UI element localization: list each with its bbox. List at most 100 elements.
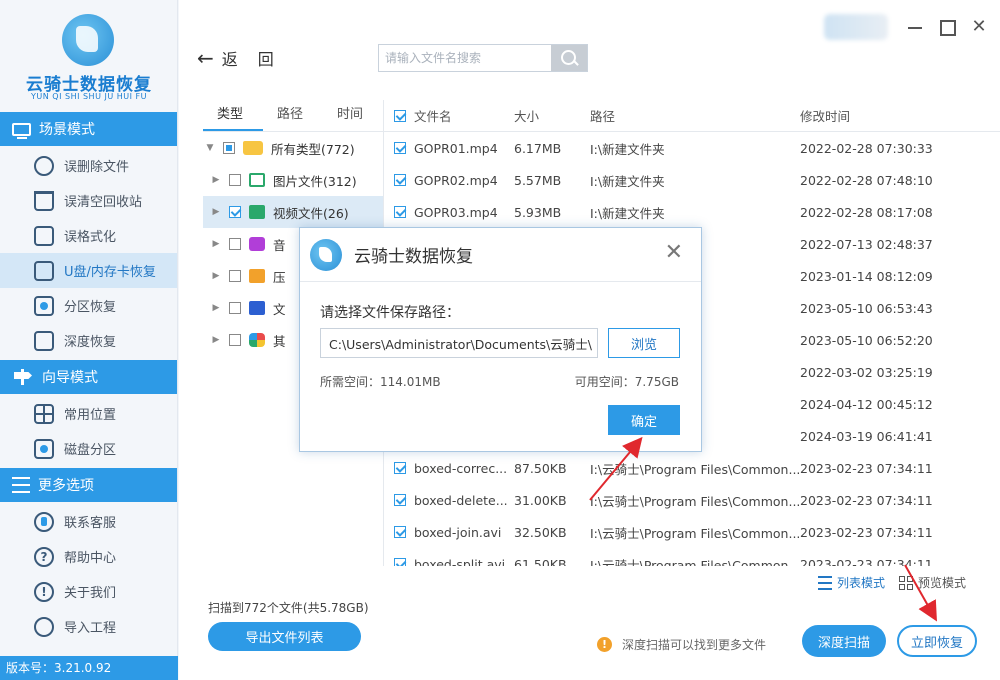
list-view-option[interactable]: 列表模式 xyxy=(817,574,885,591)
cell-path: I:\云骑士\Program Files\Common... xyxy=(590,557,800,567)
row-checkbox[interactable] xyxy=(394,462,406,474)
row-checkbox[interactable] xyxy=(394,174,406,186)
cell-time: 2023-05-10 06:52:20 xyxy=(800,332,933,348)
browse-button[interactable]: 浏览 xyxy=(608,328,680,358)
cell-time: 2023-02-23 07:34:11 xyxy=(800,460,933,476)
deep-scan-button[interactable]: 深度扫描 xyxy=(802,625,886,657)
account-badge[interactable] xyxy=(824,14,888,40)
checkbox-documents[interactable] xyxy=(229,302,241,314)
partition-disk-icon xyxy=(34,295,54,316)
nav-item-label: 深度恢复 xyxy=(64,335,117,350)
tree-label: 音 xyxy=(273,237,286,253)
warning-icon: ! xyxy=(597,637,612,652)
table-row[interactable]: GOPR01.mp4 6.17MB I:\新建文件夹 2022-02-28 07:30… xyxy=(384,132,1000,164)
collapsed-caret-icon[interactable]: ▶ xyxy=(209,303,223,313)
confirm-button[interactable]: 确定 xyxy=(608,405,680,435)
column-header-time[interactable]: 修改时间 xyxy=(800,106,930,125)
table-header: 文件名 大小 路径 修改时间 xyxy=(384,100,1000,132)
sd-card-icon xyxy=(34,260,54,281)
cell-time: 2022-02-28 07:48:10 xyxy=(800,172,933,188)
preview-view-option[interactable]: 预览模式 xyxy=(898,574,966,591)
collapsed-caret-icon[interactable]: ▶ xyxy=(209,239,223,249)
collapsed-caret-icon[interactable]: ▶ xyxy=(209,175,223,185)
cell-name: GOPR02.mp4 xyxy=(414,172,498,188)
tab-time[interactable]: 时间 xyxy=(323,100,383,131)
nav-item-about-us[interactable]: ! 关于我们 xyxy=(0,574,177,609)
checkbox-others[interactable] xyxy=(229,334,241,346)
cell-time: 2022-02-28 07:30:33 xyxy=(800,140,933,156)
nav-item-usb-card[interactable]: U盘/内存卡恢复 xyxy=(0,253,177,288)
table-row[interactable]: boxed-correc... 87.50KB I:\云骑士\Program Fil… xyxy=(384,452,1000,484)
scan-summary: 扫描到772个文件(共5.78GB) xyxy=(208,601,369,615)
nav-item-import-project[interactable]: 导入工程 xyxy=(0,609,177,644)
column-header-name[interactable]: 文件名 xyxy=(414,106,514,125)
image-icon xyxy=(249,173,265,187)
nav-item-format[interactable]: 误格式化 xyxy=(0,218,177,253)
music-icon xyxy=(249,237,265,251)
section-scene-mode: 场景模式 xyxy=(0,112,177,146)
nav-item-contact-support[interactable]: 联系客服 xyxy=(0,504,177,539)
back-button[interactable]: ← 返回 xyxy=(197,46,294,70)
expanded-caret-icon[interactable]: ▼ xyxy=(203,143,217,153)
deep-recover-icon xyxy=(34,330,54,351)
collapsed-caret-icon[interactable]: ▶ xyxy=(209,335,223,345)
row-checkbox[interactable] xyxy=(394,494,406,506)
nav-item-recycle-bin[interactable]: 误清空回收站 xyxy=(0,183,177,218)
save-path-input[interactable] xyxy=(320,328,598,358)
app-logo: 云骑士数据恢复 YUN QI SHI SHU JU HUI FU xyxy=(0,0,177,112)
required-space: 所需空间：114.01MB xyxy=(320,375,441,389)
nav-item-disk-partition[interactable]: 磁盘分区 xyxy=(0,431,177,466)
tree-row-all-types[interactable]: ▼ 所有类型(772) xyxy=(203,132,383,164)
disk-icon xyxy=(34,438,54,459)
row-checkbox[interactable] xyxy=(394,558,406,566)
close-icon[interactable]: ✕ xyxy=(970,18,988,36)
search-icon[interactable] xyxy=(551,45,587,71)
checkbox-archives[interactable] xyxy=(229,270,241,282)
nav-item-deep-recovery[interactable]: 深度恢复 xyxy=(0,323,177,358)
column-header-path[interactable]: 路径 xyxy=(590,106,800,125)
table-row[interactable]: GOPR03.mp4 5.93MB I:\新建文件夹 2022-02-28 08:17… xyxy=(384,196,1000,228)
tree-row-images[interactable]: ▶ 图片文件(312) xyxy=(203,164,383,196)
help-icon: ? xyxy=(34,546,54,567)
deep-scan-hint-text: 深度扫描可以找到更多文件 xyxy=(622,638,767,652)
back-label: 返回 xyxy=(221,50,294,69)
list-view-label: 列表模式 xyxy=(836,576,885,590)
table-row[interactable]: boxed-split.avi 61.50KB I:\云骑士\Program Fil… xyxy=(384,548,1000,566)
nav-item-deleted-files[interactable]: 误删除文件 xyxy=(0,148,177,183)
export-list-button[interactable]: 导出文件列表 xyxy=(208,622,361,651)
collapsed-caret-icon[interactable]: ▶ xyxy=(209,207,223,217)
tree-label: 图片文件(312) xyxy=(273,173,357,189)
tree-label: 所有类型(772) xyxy=(271,141,355,157)
tab-type[interactable]: 类型 xyxy=(203,100,263,131)
row-checkbox[interactable] xyxy=(394,526,406,538)
table-row[interactable]: boxed-join.avi 32.50KB I:\云骑士\Program File… xyxy=(384,516,1000,548)
nav-item-partition-recovery[interactable]: 分区恢复 xyxy=(0,288,177,323)
checkbox-images[interactable] xyxy=(229,174,241,186)
recover-now-button[interactable]: 立即恢复 xyxy=(897,625,977,657)
tab-path[interactable]: 路径 xyxy=(263,100,323,131)
collapsed-caret-icon[interactable]: ▶ xyxy=(209,271,223,281)
cell-size: 6.17MB xyxy=(514,140,562,156)
row-checkbox[interactable] xyxy=(394,206,406,218)
app-logo-icon xyxy=(310,238,342,271)
nav-item-label: 导入工程 xyxy=(64,621,117,636)
maximize-icon[interactable] xyxy=(938,18,956,36)
nav-item-help-center[interactable]: ? 帮助中心 xyxy=(0,539,177,574)
checkbox-audio[interactable] xyxy=(229,238,241,250)
row-checkbox[interactable] xyxy=(394,142,406,154)
dialog-close-icon[interactable]: ✕ xyxy=(665,242,683,264)
section-title: 更多选项 xyxy=(38,478,94,494)
cell-size: 61.50KB xyxy=(514,556,567,567)
tree-row-videos[interactable]: ▶ 视频文件(26) xyxy=(203,196,383,228)
table-row[interactable]: boxed-delete... 31.00KB I:\云骑士\Program Fil… xyxy=(384,484,1000,516)
column-header-size[interactable]: 大小 xyxy=(514,106,590,125)
select-all-checkbox[interactable] xyxy=(394,109,406,122)
table-row[interactable]: GOPR02.mp4 5.57MB I:\新建文件夹 2022-02-28 07:48… xyxy=(384,164,1000,196)
nav-item-common-locations[interactable]: 常用位置 xyxy=(0,396,177,431)
windows-icon xyxy=(34,403,54,424)
minimize-icon[interactable] xyxy=(906,18,924,36)
checkbox-all-types[interactable] xyxy=(223,142,235,154)
cell-time: 2022-07-13 02:48:37 xyxy=(800,236,933,252)
search-input[interactable] xyxy=(379,45,551,71)
checkbox-videos[interactable] xyxy=(229,206,241,218)
